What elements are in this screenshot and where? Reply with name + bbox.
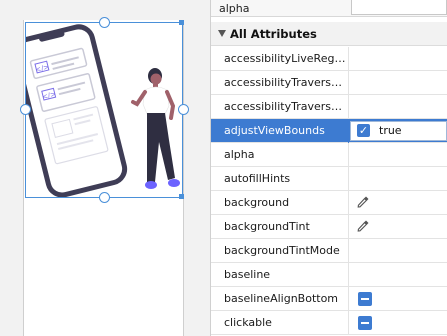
attribute-name: accessibilityTraversalB... bbox=[224, 100, 348, 113]
attributes-panel: alpha All Attributes accessibilityLiveRe… bbox=[211, 0, 447, 336]
attribute-name: baselineAlignBottom bbox=[224, 292, 339, 305]
column-divider bbox=[348, 191, 349, 215]
attribute-row[interactable]: alpha bbox=[211, 143, 447, 167]
column-divider bbox=[348, 71, 349, 95]
resize-handle-right[interactable] bbox=[178, 104, 189, 115]
attribute-name: clickable bbox=[224, 316, 272, 329]
attribute-name: accessibilityTraversalA... bbox=[224, 76, 348, 89]
column-divider bbox=[348, 119, 349, 143]
alpha-value-field[interactable] bbox=[351, 0, 447, 15]
attribute-row[interactable]: accessibilityTraversalB... bbox=[211, 95, 447, 119]
column-divider bbox=[348, 95, 349, 119]
layout-editor: </> </> alpha All Attributes accessibili… bbox=[0, 0, 447, 336]
alpha-label: alpha bbox=[219, 2, 250, 15]
column-divider bbox=[348, 239, 349, 263]
minus-icon[interactable] bbox=[358, 316, 372, 330]
selection-outline bbox=[25, 22, 183, 198]
resize-handle-top[interactable] bbox=[99, 17, 110, 28]
column-divider bbox=[348, 311, 349, 335]
attribute-row[interactable]: background bbox=[211, 191, 447, 215]
attribute-row[interactable]: backgroundTint bbox=[211, 215, 447, 239]
column-divider bbox=[348, 167, 349, 191]
attribute-name: backgroundTintMode bbox=[224, 244, 340, 257]
attribute-row[interactable]: accessibilityLiveRegion bbox=[211, 47, 447, 71]
corner-marker bbox=[179, 194, 184, 199]
column-divider bbox=[348, 143, 349, 167]
attribute-row[interactable]: baselineAlignBottom bbox=[211, 287, 447, 311]
attribute-name: background bbox=[224, 196, 290, 209]
eyedropper-icon[interactable] bbox=[356, 195, 370, 209]
eyedropper-icon[interactable] bbox=[356, 219, 370, 233]
column-divider bbox=[348, 263, 349, 287]
triangle-down-icon[interactable] bbox=[218, 30, 226, 37]
resize-handle-bottom[interactable] bbox=[99, 192, 110, 203]
attribute-name: accessibilityLiveRegion bbox=[224, 52, 348, 65]
alpha-top-row: alpha bbox=[211, 0, 447, 17]
attribute-name: baseline bbox=[224, 268, 271, 281]
attribute-row[interactable]: clickable bbox=[211, 311, 447, 335]
attribute-row[interactable]: accessibilityTraversalA... bbox=[211, 71, 447, 95]
attribute-name: autofillHints bbox=[224, 172, 291, 185]
attributes-list: accessibilityLiveRegion accessibilityTra… bbox=[211, 47, 447, 335]
column-divider bbox=[348, 287, 349, 311]
attribute-name: backgroundTint bbox=[224, 220, 310, 233]
column-divider bbox=[348, 47, 349, 71]
attribute-name: alpha bbox=[224, 148, 255, 161]
attribute-row[interactable]: backgroundTintMode bbox=[211, 239, 447, 263]
checkmark-icon[interactable]: ✓ bbox=[357, 124, 370, 137]
design-canvas[interactable]: </> </> bbox=[0, 0, 211, 336]
attribute-row[interactable]: baseline bbox=[211, 263, 447, 287]
corner-marker bbox=[179, 20, 184, 25]
minus-icon[interactable] bbox=[358, 292, 372, 306]
attribute-row-selected[interactable]: adjustViewBounds ✓ true bbox=[211, 119, 447, 143]
resize-handle-left[interactable] bbox=[20, 104, 31, 115]
attribute-row[interactable]: autofillHints bbox=[211, 167, 447, 191]
section-title: All Attributes bbox=[230, 27, 317, 41]
column-divider bbox=[348, 215, 349, 239]
attribute-name: adjustViewBounds bbox=[224, 124, 325, 137]
all-attributes-header[interactable]: All Attributes bbox=[211, 22, 447, 46]
attribute-value: true bbox=[379, 124, 402, 137]
